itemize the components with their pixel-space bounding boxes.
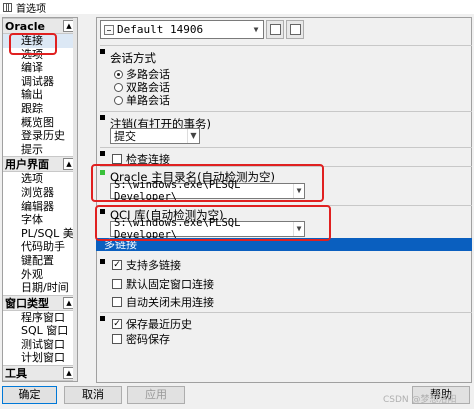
save-password-checkbox[interactable]: 密码保存 — [112, 331, 170, 347]
nav-group-label: 窗口类型 — [5, 296, 49, 310]
checkbox-label: 检查连接 — [126, 153, 170, 166]
nav-item-test-window[interactable]: 测试窗口 — [3, 338, 77, 352]
default-fixed-window-checkbox[interactable]: 默认固定窗口连接 — [112, 276, 214, 292]
section-marker — [100, 115, 105, 120]
profile-copy-button[interactable] — [286, 20, 304, 39]
nav-group-label: 工具 — [5, 367, 27, 381]
profile-settings-button[interactable] — [266, 20, 284, 39]
nav-item-debugger[interactable]: 调试器 — [3, 75, 77, 89]
nav-group-label: Oracle — [5, 19, 45, 33]
nav-group-oracle[interactable]: Oracle ▲ — [3, 18, 77, 34]
radio-label: 单路会话 — [126, 94, 170, 107]
nav-item-code-assistant[interactable]: 代码助手 — [3, 240, 77, 254]
oracle-home-select[interactable]: S:\windows.exe\PLSQL Developer\ ▼ — [110, 179, 305, 203]
session-mode-title: 会话方式 — [110, 51, 156, 65]
checkbox-label: 保存最近历史 — [126, 318, 192, 331]
section-marker — [100, 209, 105, 214]
nav-item-compile[interactable]: 编译 — [3, 61, 77, 75]
oracle-home-section: Oracle 主目录名(自动检测为空) S:\windows.exe\PLSQL… — [100, 166, 472, 204]
oracle-home-value: S:\windows.exe\PLSQL Developer\ — [114, 179, 241, 203]
multi-connection-header: 多链接 — [96, 238, 472, 251]
check-connection-checkbox[interactable]: 检查连接 — [112, 151, 170, 167]
watermark: CSDN @梦想洛阳 — [383, 395, 457, 405]
nav-item-diff[interactable]: 差异 — [3, 381, 77, 382]
multi-connection-section: ✓ 支持多链接 默认固定窗口连接 自动关闭未用连接 — [100, 252, 472, 310]
window-title: 首选项 — [16, 3, 46, 15]
profile-icon — [104, 24, 114, 35]
nav-item-login-history[interactable]: 登录历史 — [3, 129, 77, 143]
chevron-down-icon[interactable]: ▼ — [187, 129, 199, 143]
cancel-button[interactable]: 取消 — [64, 386, 122, 404]
auto-close-connection-checkbox[interactable]: 自动关闭未用连接 — [112, 294, 214, 310]
nav-scrollbar[interactable] — [73, 18, 77, 381]
chevron-down-icon[interactable]: ▼ — [249, 25, 263, 34]
app-icon — [3, 2, 12, 12]
logoff-value: 提交 — [114, 130, 136, 143]
radio-single-session[interactable]: 单路会话 — [114, 92, 170, 108]
oci-library-select[interactable]: S:\windows.exe\PLSQL Developer\ ▼ — [110, 217, 305, 241]
checkbox-label: 默认固定窗口连接 — [126, 278, 214, 291]
session-mode-section: 会话方式 多路会话 双路会话 单路会话 — [100, 45, 472, 107]
chevron-down-icon[interactable]: ▼ — [292, 222, 304, 236]
radio-icon — [114, 95, 123, 105]
check-connection-section: 检查连接 — [100, 147, 472, 167]
nav-item-browser[interactable]: 浏览器 — [3, 186, 77, 200]
ok-button[interactable]: 确定 — [2, 386, 57, 404]
support-multi-connection-checkbox[interactable]: ✓ 支持多链接 — [112, 257, 181, 273]
logoff-select[interactable]: 提交 ▼ — [110, 128, 200, 144]
checkbox-label: 支持多链接 — [126, 259, 181, 272]
nav-item-options[interactable]: 选项 — [3, 48, 77, 62]
nav-item-connection[interactable]: 连接 — [3, 34, 77, 48]
nav-item-sql-window[interactable]: SQL 窗口 — [3, 324, 77, 338]
nav-item-appearance[interactable]: 外观 — [3, 268, 77, 282]
checkbox-label: 密码保存 — [126, 333, 170, 346]
checkbox-label: 自动关闭未用连接 — [126, 296, 214, 309]
nav-item-overview[interactable]: 概览图 — [3, 116, 77, 130]
checkbox-checked-icon: ✓ — [112, 260, 122, 270]
window-icon — [269, 24, 281, 35]
checkbox-icon — [112, 334, 122, 344]
nav-item-ui-options[interactable]: 选项 — [3, 172, 77, 186]
section-marker — [100, 49, 105, 54]
nav-item-output[interactable]: 输出 — [3, 88, 77, 102]
apply-button[interactable]: 应用 — [127, 386, 185, 404]
section-marker — [100, 259, 105, 264]
section-marker — [100, 151, 105, 156]
nav-group-tools[interactable]: 工具 ▲ — [3, 365, 77, 381]
nav-group-window-types[interactable]: 窗口类型 ▲ — [3, 294, 77, 311]
nav-item-datetime[interactable]: 日期/时间 — [3, 281, 77, 295]
nav-item-program-window[interactable]: 程序窗口 — [3, 311, 77, 325]
nav-group-label: 用户界面 — [5, 158, 49, 172]
history-section: ✓ 保存最近历史 密码保存 — [100, 312, 472, 348]
preferences-nav-tree[interactable]: Oracle ▲ 连接 选项 编译 调试器 输出 跟踪 概览图 登录历史 提示 … — [2, 17, 78, 382]
checkbox-icon — [112, 154, 122, 164]
profile-select[interactable]: Default 14906 ▼ — [100, 20, 264, 39]
section-marker — [100, 170, 105, 175]
nav-group-user-interface[interactable]: 用户界面 ▲ — [3, 156, 77, 173]
nav-item-plan-window[interactable]: 计划窗口 — [3, 351, 77, 365]
nav-item-hints[interactable]: 提示 — [3, 143, 77, 157]
checkbox-icon — [112, 297, 122, 307]
oci-library-section: OCI 库(自动检测为空) S:\windows.exe\PLSQL Devel… — [100, 205, 472, 241]
nav-item-trace[interactable]: 跟踪 — [3, 102, 77, 116]
radio-icon — [114, 82, 123, 92]
checkbox-checked-icon: ✓ — [112, 319, 122, 329]
logoff-section: 注销(有打开的事务) 提交 ▼ — [100, 111, 472, 145]
chevron-down-icon[interactable]: ▼ — [292, 184, 304, 198]
nav-item-font[interactable]: 字体 — [3, 213, 77, 227]
section-marker — [100, 316, 105, 321]
radio-selected-icon — [114, 69, 123, 79]
save-recent-history-checkbox[interactable]: ✓ 保存最近历史 — [112, 316, 192, 332]
nav-item-key-config[interactable]: 键配置 — [3, 254, 77, 268]
window-icon — [289, 24, 301, 35]
nav-item-editor[interactable]: 编辑器 — [3, 200, 77, 214]
nav-item-beautifier[interactable]: PL/SQL 美化器 — [3, 227, 77, 241]
checkbox-icon — [112, 279, 122, 289]
profile-value: Default 14906 — [117, 23, 204, 36]
title-bar: 首选项 — [0, 0, 474, 15]
